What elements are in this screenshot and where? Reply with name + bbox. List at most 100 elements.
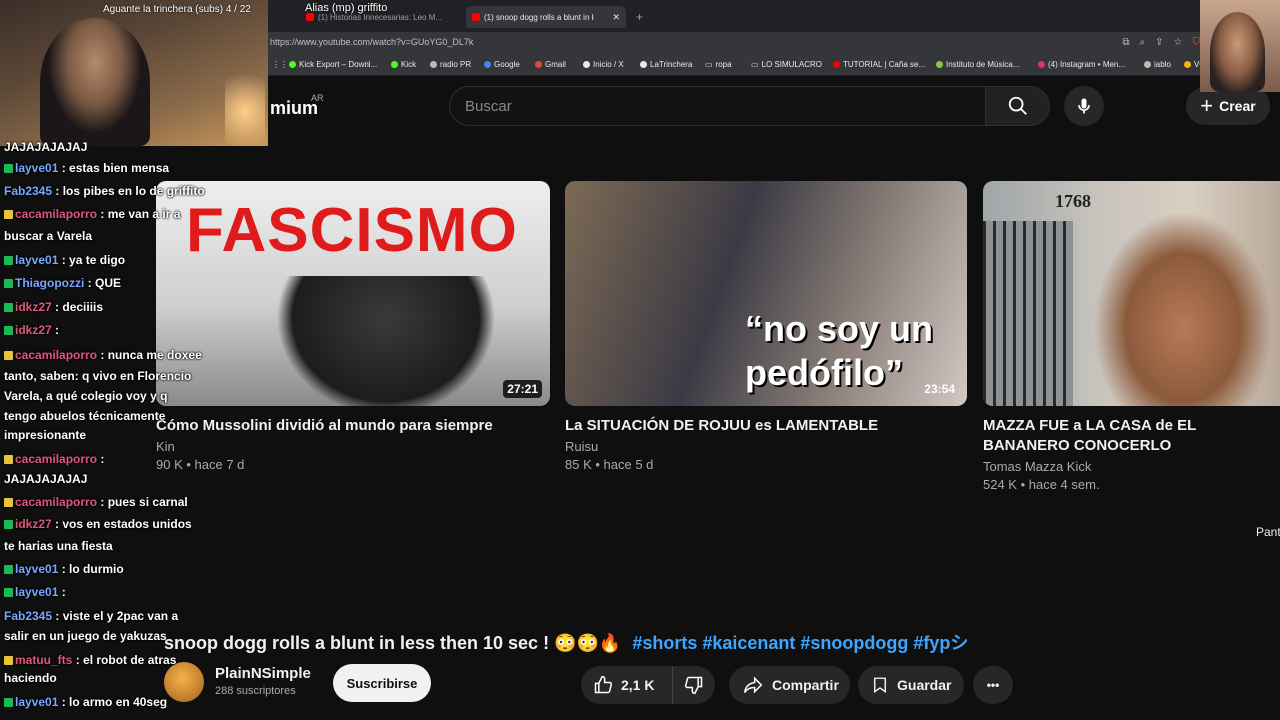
- webcam-person: [40, 18, 150, 146]
- video-main-title: snoop dogg rolls a blunt in less then 10…: [164, 629, 968, 655]
- chat-message: cacamilaporro :: [4, 449, 104, 470]
- search-input[interactable]: Buscar: [449, 86, 986, 126]
- chat-message: impresionante: [4, 425, 86, 446]
- chat-text: : ya te digo: [61, 253, 126, 267]
- url-field[interactable]: https://www.youtube.com/watch?v=GUoYG0_D…: [270, 37, 473, 47]
- channel-name[interactable]: Ruisu: [565, 439, 967, 454]
- region-code: AR: [311, 93, 324, 103]
- video-hashtags[interactable]: #shorts #kaicenant #snoopdogg #fypシ: [632, 633, 968, 653]
- chat-text: JAJAJAJAJAJ: [4, 472, 88, 486]
- search-button[interactable]: [986, 86, 1050, 126]
- share-icon: [743, 676, 763, 694]
- create-button[interactable]: + Crear: [1186, 87, 1270, 125]
- chat-text: : me van a ir a: [100, 207, 181, 221]
- chat-message: tanto, saben: q vivo en Florencio: [4, 366, 191, 387]
- bookmark-item[interactable]: Kick: [391, 60, 416, 69]
- thumbnail-headline: FASCISMO: [186, 196, 518, 265]
- chat-username: idkz27: [15, 300, 56, 314]
- bookmark-item[interactable]: LaTrinchera: [640, 60, 692, 69]
- globe-icon: [936, 61, 943, 68]
- bookmark-item[interactable]: Kick Export – Downl...: [289, 60, 377, 69]
- bookmark-item[interactable]: Instituto de Música...: [936, 60, 1019, 69]
- video-title[interactable]: La SITUACIÓN DE ROJUU es LAMENTABLE: [565, 416, 967, 436]
- video-title[interactable]: MAZZA FUE a LA CASA de EL BANANERO CONOC…: [983, 416, 1280, 456]
- zoom-icon[interactable]: ⌕: [1140, 37, 1146, 48]
- chat-message: Fab2345 : los pibes en lo de griffito: [4, 181, 205, 202]
- chat-username: matuu_fts: [15, 653, 76, 667]
- chat-message: JAJAJAJAJAJ: [4, 137, 87, 158]
- youtube-icon: [833, 61, 840, 68]
- chat-text: : nunca me doxee: [100, 348, 202, 362]
- chat-badge-icon: [4, 210, 13, 220]
- video-meta: 85 K • hace 5 d: [565, 457, 654, 472]
- chat-badge-icon: [4, 455, 13, 465]
- bookmark-item[interactable]: Google: [484, 60, 520, 69]
- video-thumbnail[interactable]: “no soy un pedófilo” 23:54: [565, 181, 967, 406]
- chat-message: idkz27 :: [4, 320, 59, 341]
- bookmark-label: Gmail: [545, 60, 566, 69]
- bookmark-item[interactable]: radio PR: [430, 60, 471, 69]
- like-button[interactable]: 2,1 K: [581, 666, 673, 704]
- chat-text: : pues si carnal: [100, 495, 188, 509]
- bookmark-item[interactable]: Inicio / X: [583, 60, 624, 69]
- like-dislike-group: 2,1 K: [581, 666, 715, 704]
- bookmark-item[interactable]: ▭ ropa: [705, 60, 732, 69]
- bookmark-item[interactable]: TUTORIAL | Caña se...: [833, 60, 925, 69]
- close-tab-icon[interactable]: ✕: [612, 12, 620, 23]
- thumbnail-figure: [1093, 211, 1273, 406]
- bookmark-label: LO SIMULACRO: [761, 60, 823, 69]
- video-card[interactable]: “no soy un pedófilo” 23:54 La SITUACIÓN …: [565, 181, 967, 472]
- bookmark-item[interactable]: ▭ LO SIMULACRO: [751, 60, 822, 69]
- bookmark-item[interactable]: Gmail: [535, 60, 566, 69]
- side-label: Pant: [1256, 525, 1280, 539]
- more-actions-button[interactable]: •••: [973, 666, 1013, 704]
- chat-text: Varela, a qué colegio voy y q: [4, 389, 168, 403]
- webcam-lamp: [225, 60, 265, 146]
- chat-text: : los pibes en lo de griffito: [55, 184, 205, 198]
- channel-name[interactable]: Tomas Mazza Kick: [983, 459, 1280, 474]
- chat-message: te harias una fiesta: [4, 536, 113, 557]
- chat-badge-icon: [4, 164, 13, 174]
- star-icon[interactable]: ☆: [1174, 37, 1183, 48]
- save-button[interactable]: Guardar: [858, 666, 964, 704]
- chat-message: haciendo: [4, 668, 57, 689]
- share-icon[interactable]: ⇪: [1155, 37, 1163, 48]
- folder-icon: ▭: [705, 60, 713, 69]
- voice-search-button[interactable]: [1064, 86, 1104, 126]
- chat-username: cacamilaporro: [15, 452, 101, 466]
- tab-title: (1) snoop dogg rolls a blunt in le...: [484, 12, 594, 22]
- brave-shield-icon[interactable]: ⛉: [1193, 37, 1201, 48]
- chat-text: : lo durmio: [61, 562, 124, 576]
- chat-message: salir en un juego de yakuzas: [4, 626, 167, 647]
- folder-icon: ▭: [751, 60, 759, 69]
- bookmark-item[interactable]: ⋮⋮: [272, 60, 288, 69]
- kick-icon: [391, 61, 398, 68]
- chat-username: cacamilaporro: [15, 348, 101, 362]
- chat-username: idkz27: [15, 323, 56, 337]
- address-bar-actions: ⧉ ⌕ ⇪ ☆ ⛉: [1122, 37, 1200, 48]
- bookmark-label: radio PR: [440, 60, 472, 69]
- open-in-app-icon[interactable]: ⧉: [1122, 37, 1129, 48]
- chat-username: cacamilaporro: [15, 207, 101, 221]
- chat-username: cacamilaporro: [15, 495, 101, 509]
- video-card[interactable]: 1768 MAZZA FUE a LA CASA de EL BANANERO …: [983, 181, 1280, 492]
- chat-message: idkz27 : deciiiis: [4, 297, 103, 318]
- kick-icon: [289, 61, 296, 68]
- duration-badge: 23:54: [924, 382, 955, 396]
- browser-tab-active[interactable]: (1) snoop dogg rolls a blunt in le... ✕: [466, 6, 626, 28]
- share-button[interactable]: Compartir: [729, 666, 850, 704]
- thumbnail-door: [983, 221, 1073, 406]
- dislike-button[interactable]: [673, 666, 715, 704]
- bookmark-item[interactable]: iablo: [1144, 60, 1171, 69]
- bookmark-item[interactable]: (4) Instagram • Men...: [1038, 60, 1125, 69]
- bookmark-label: Google: [494, 60, 520, 69]
- chat-username: Fab2345: [4, 184, 56, 198]
- chat-message: layve01 :: [4, 582, 66, 603]
- guest-person: [1210, 12, 1265, 92]
- bookmark-label: Instituto de Música...: [946, 60, 1020, 69]
- chat-username: Fab2345: [4, 609, 56, 623]
- video-thumbnail[interactable]: 1768: [983, 181, 1280, 406]
- new-tab-button[interactable]: +: [630, 6, 644, 28]
- subscribe-button[interactable]: Suscribirse: [333, 664, 431, 702]
- gmail-icon: [535, 61, 542, 68]
